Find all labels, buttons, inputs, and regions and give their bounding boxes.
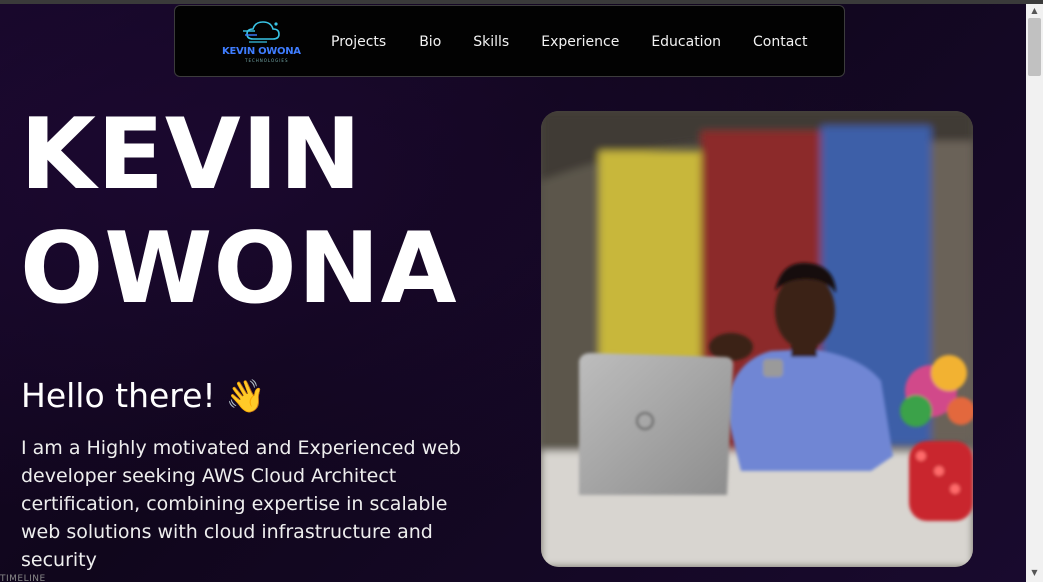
- logo-text: KEVIN OWONA: [222, 46, 301, 57]
- hero-name-line2: OWONA: [20, 212, 458, 326]
- nav-skills[interactable]: Skills: [473, 34, 509, 50]
- nav-education[interactable]: Education: [651, 34, 721, 50]
- nav-bio[interactable]: Bio: [419, 34, 441, 50]
- hero-name-line1: KEVIN: [20, 98, 363, 212]
- nav-contact[interactable]: Contact: [753, 34, 807, 50]
- bio-text: I am a Highly motivated and Experienced …: [21, 437, 461, 571]
- waving-hand-icon: 👋: [225, 376, 266, 415]
- profile-photo: [541, 111, 973, 567]
- window-top-edge: [0, 0, 1043, 4]
- nav-projects[interactable]: Projects: [331, 34, 386, 50]
- hero-name: KEVIN OWONA: [20, 98, 458, 326]
- profile-photo-illustration: [541, 111, 973, 567]
- scroll-up-arrow-icon[interactable]: ▲: [1026, 4, 1043, 18]
- next-section-label: TIMELINE: [0, 574, 46, 582]
- greeting: Hello there! 👋: [21, 376, 266, 415]
- page: KEVIN OWONA TECHNOLOGIES Projects Bio Sk…: [0, 0, 1026, 582]
- nav-links: Projects Bio Skills Experience Education…: [331, 34, 807, 50]
- scroll-down-arrow-icon[interactable]: ▼: [1026, 566, 1043, 580]
- logo[interactable]: KEVIN OWONA TECHNOLOGIES: [221, 19, 303, 65]
- scroll-thumb[interactable]: [1028, 18, 1041, 76]
- greeting-text: Hello there!: [21, 376, 216, 415]
- logo-subtext: TECHNOLOGIES: [245, 58, 289, 63]
- nav-experience[interactable]: Experience: [541, 34, 619, 50]
- vertical-scrollbar[interactable]: ▲ ▼: [1026, 4, 1043, 582]
- navbar: KEVIN OWONA TECHNOLOGIES Projects Bio Sk…: [174, 5, 845, 77]
- cloud-logo-icon: [243, 21, 280, 43]
